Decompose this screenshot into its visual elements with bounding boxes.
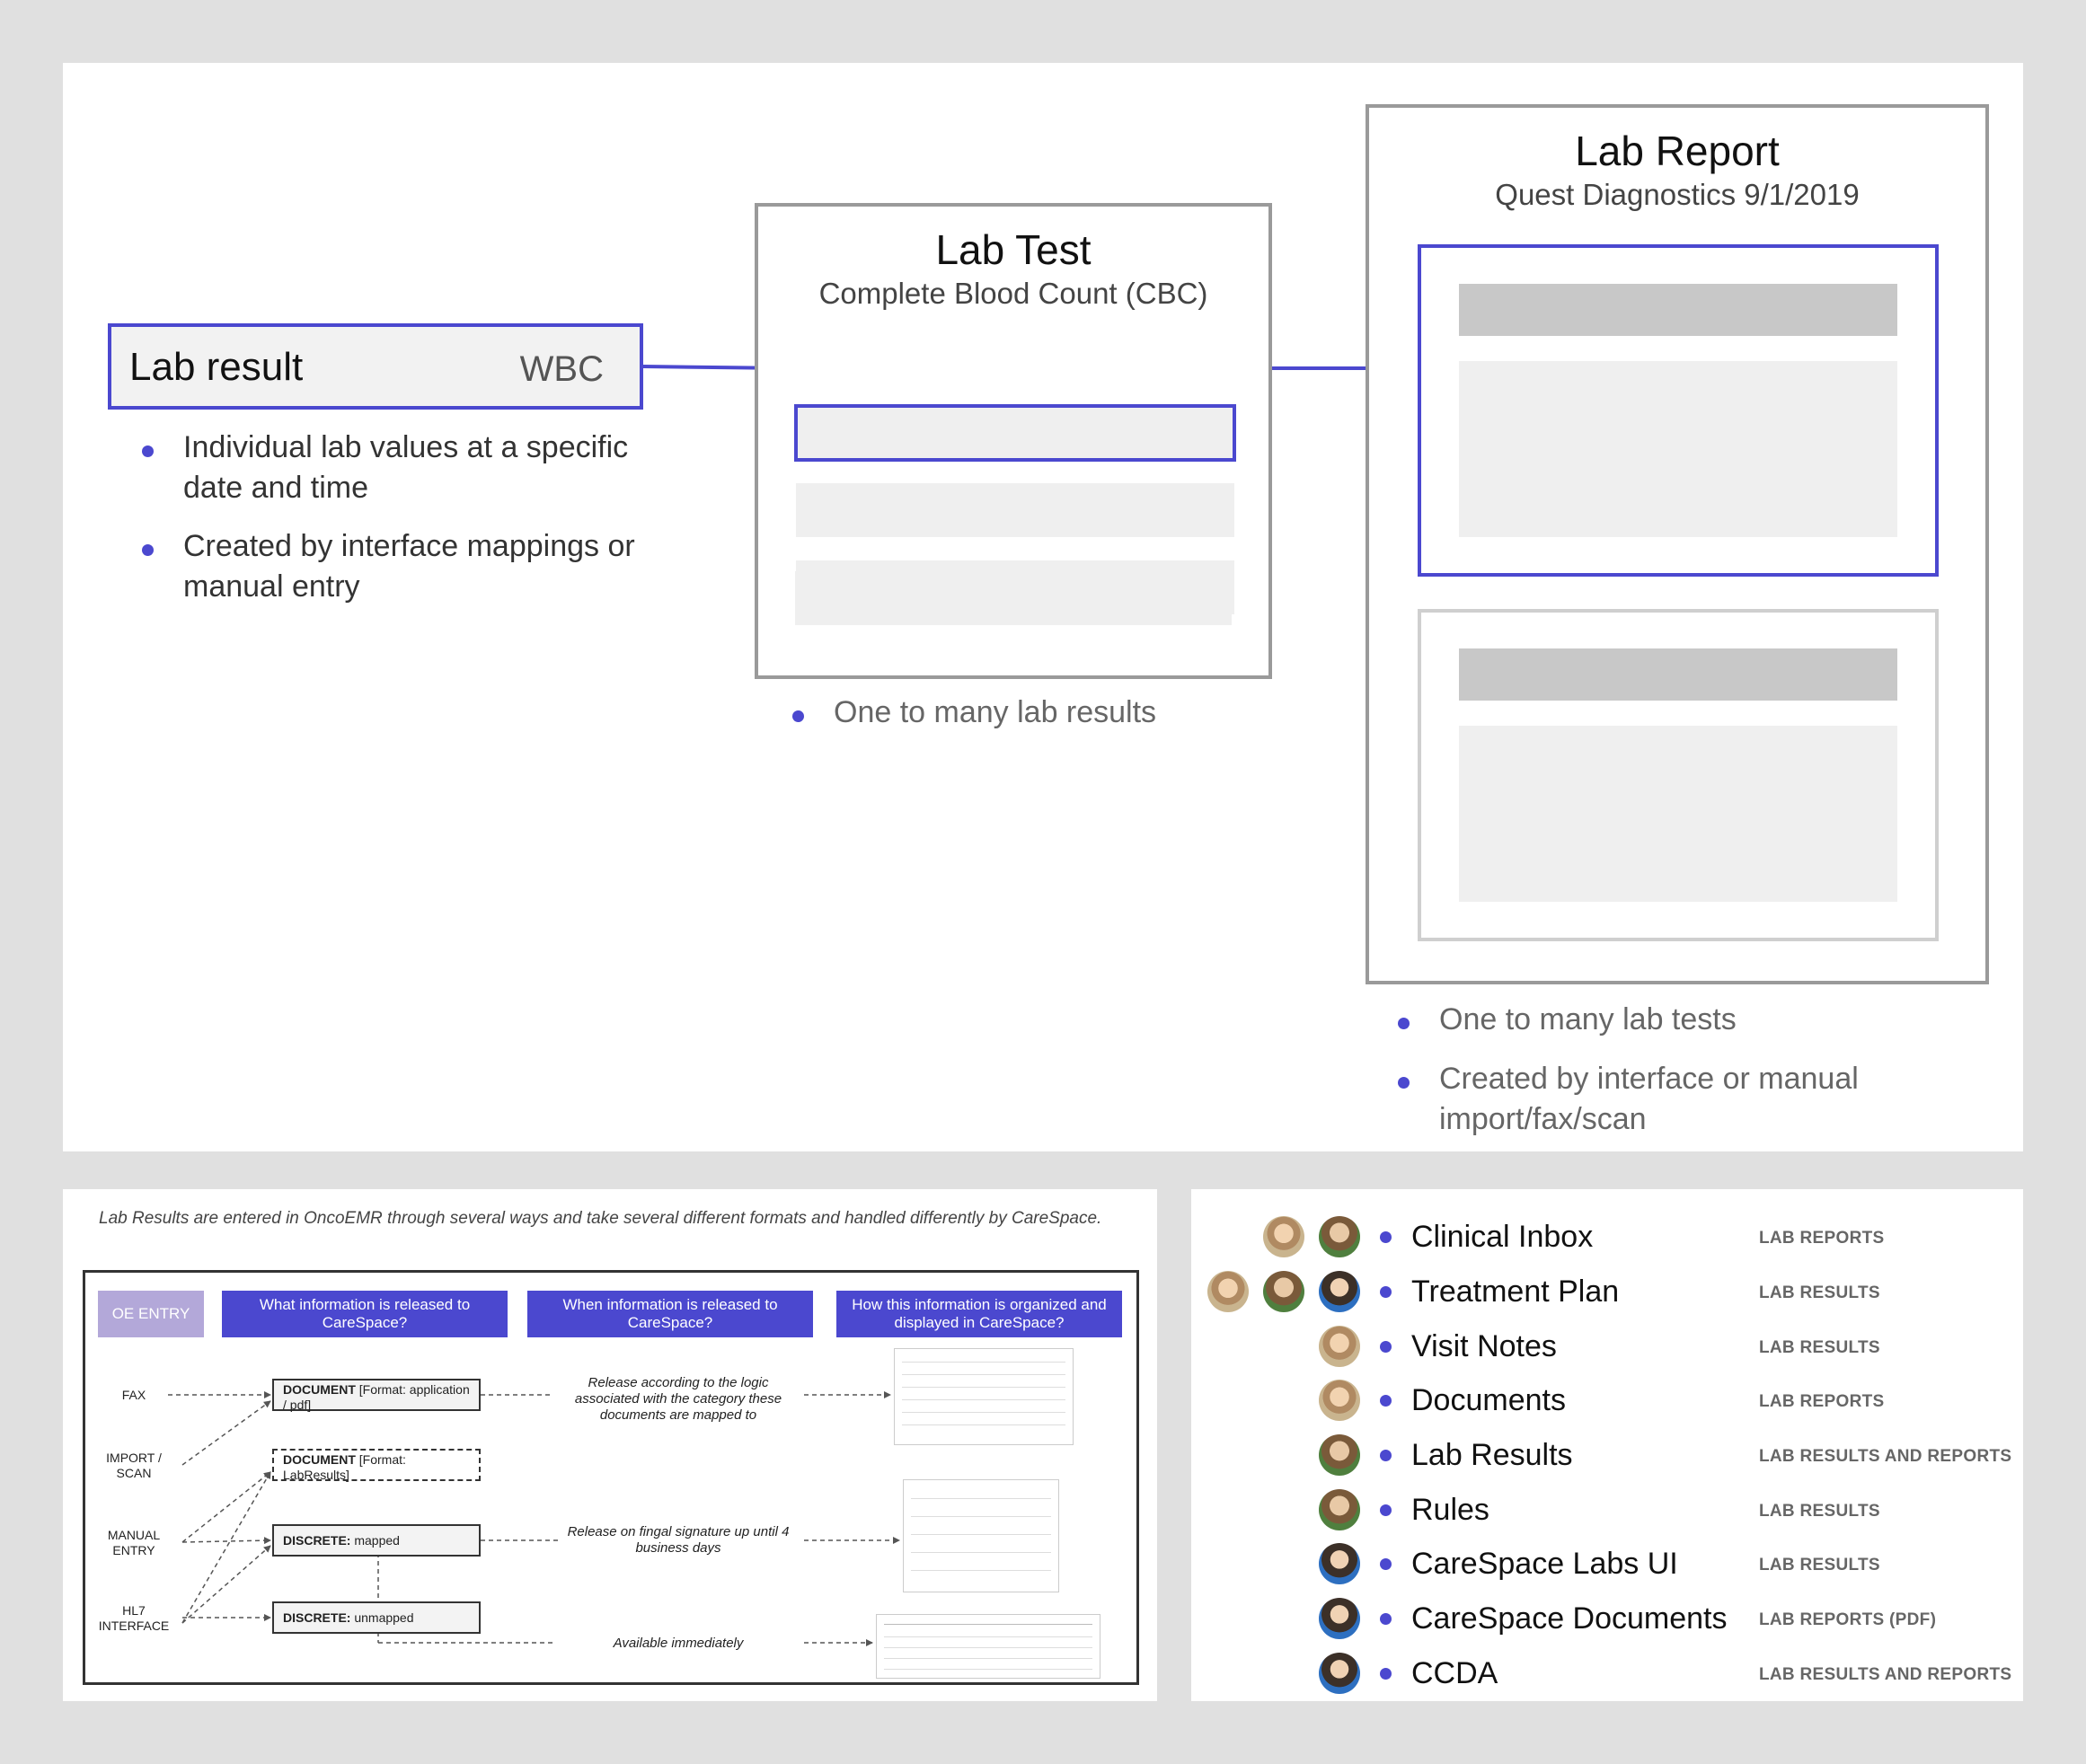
bullet-dot	[1380, 1613, 1392, 1625]
lab-report-test-card-highlighted	[1418, 244, 1939, 577]
lab-report-test-card	[1418, 609, 1939, 941]
lab-table-thumbnail	[876, 1614, 1100, 1679]
test-card-header-bar	[1459, 648, 1897, 701]
test-card-body	[1459, 361, 1897, 537]
integration-kind: LAB RESULTS	[1759, 1502, 1880, 1521]
integration-kind: LAB REPORTS (PDF)	[1759, 1610, 1937, 1629]
bullet-dot	[1380, 1504, 1392, 1516]
avatar	[1319, 1326, 1360, 1367]
avatar	[1319, 1543, 1360, 1584]
bullet-dot	[142, 445, 154, 457]
lab-result-box: Lab result WBC	[108, 323, 643, 410]
integration-kind: LAB RESULTS AND REPORTS	[1759, 1665, 2012, 1684]
timing-immediate: Available immediately	[613, 1636, 744, 1651]
bullet-dot	[1398, 1077, 1410, 1089]
integration-kind: LAB RESULTS	[1759, 1338, 1880, 1357]
bullet-dot	[1380, 1341, 1392, 1353]
source-manual-entry: MANUAL ENTRY	[107, 1528, 161, 1557]
test-card-header-bar	[1459, 284, 1897, 336]
avatar	[1319, 1216, 1360, 1257]
integration-kind: LAB RESULTS	[1759, 1556, 1880, 1574]
lab-report-title: Lab Report	[1575, 128, 1780, 174]
lab-test-subtitle: Complete Blood Count (CBC)	[818, 277, 1208, 310]
node-discrete-unmapped: DISCRETE: unmapped	[272, 1601, 481, 1634]
timing-signature: Release on fingal signature up until 4 b…	[567, 1524, 790, 1556]
lab-test-result-row	[796, 483, 1234, 537]
bullet-dot	[1398, 1018, 1410, 1029]
entry-flow-panel: Lab Results are entered in OncoEMR throu…	[63, 1189, 1157, 1701]
bullet-dot	[142, 544, 154, 556]
lab-report-bullet-2: Created by interface or manual import/fa…	[1439, 1062, 1859, 1136]
lab-result-bullet-2: Created by interface mappings or manual …	[183, 529, 635, 604]
lab-test-title: Lab Test	[935, 226, 1092, 273]
avatar	[1263, 1271, 1304, 1312]
documents-thumbnail	[894, 1348, 1074, 1445]
integration-kind: LAB REPORTS	[1759, 1392, 1885, 1411]
integration-name: CCDA	[1411, 1656, 1498, 1690]
test-card-body	[1459, 726, 1897, 902]
integration-name: CareSpace Documents	[1411, 1601, 1728, 1636]
avatar	[1319, 1653, 1360, 1694]
lab-hierarchy-panel: Lab result WBC Individual lab values at …	[63, 63, 2023, 1151]
lab-report-bullet-1: One to many lab tests	[1439, 1002, 1737, 1036]
lab-report-box: Lab Report Quest Diagnostics 9/1/2019	[1366, 104, 1989, 984]
lab-test-result-row-highlighted	[794, 404, 1236, 462]
lab-test-result-row	[795, 571, 1232, 625]
lab-result-code: WBC	[519, 349, 604, 389]
flow-frame: OE ENTRY What information is released to…	[83, 1270, 1139, 1685]
node-document-labresults: DOCUMENT [Format: LabResults]	[272, 1449, 481, 1482]
source-fax: FAX	[121, 1388, 146, 1402]
avatar	[1319, 1271, 1360, 1312]
lab-result-title: Lab result	[129, 345, 304, 389]
oe-entry-label: OE ENTRY	[98, 1291, 204, 1337]
bullet-dot	[1380, 1231, 1392, 1243]
header-when-released: When information is released to CareSpac…	[527, 1291, 813, 1337]
bullet-dot	[1380, 1450, 1392, 1461]
avatar	[1319, 1598, 1360, 1639]
timing-category-logic: Release according to the logic associate…	[574, 1375, 782, 1423]
bullet-dot	[1380, 1286, 1392, 1298]
integration-name: Treatment Plan	[1411, 1274, 1620, 1309]
bullet-dot	[1380, 1668, 1392, 1680]
integration-kind: LAB RESULTS	[1759, 1283, 1880, 1302]
integration-name: Visit Notes	[1411, 1329, 1557, 1363]
lab-results-thumbnail	[903, 1479, 1059, 1592]
integration-kind: LAB REPORTS	[1759, 1229, 1885, 1248]
integration-name: Lab Results	[1411, 1438, 1573, 1472]
source-import-scan: IMPORT / SCAN	[106, 1451, 162, 1480]
lab-test-bullet-1: One to many lab results	[834, 695, 1157, 729]
lab-result-bullet-1: Individual lab values at a specific date…	[183, 430, 629, 505]
flow-intro-text: Lab Results are entered in OncoEMR throu…	[99, 1209, 1102, 1228]
integration-name: Clinical Inbox	[1411, 1220, 1594, 1254]
source-hl7-interface: HL7 INTERFACE	[98, 1603, 170, 1633]
lab-report-subtitle: Quest Diagnostics 9/1/2019	[1495, 178, 1860, 211]
node-document-pdf: DOCUMENT [Format: application / pdf]	[272, 1379, 481, 1412]
integration-name: Documents	[1411, 1383, 1566, 1417]
integration-name: CareSpace Labs UI	[1411, 1547, 1678, 1581]
bullet-dot	[792, 710, 804, 722]
header-how-organized: How this information is organized and di…	[836, 1291, 1122, 1337]
avatar	[1319, 1434, 1360, 1476]
avatar	[1207, 1271, 1249, 1312]
avatar	[1319, 1380, 1360, 1421]
avatar	[1319, 1489, 1360, 1530]
integration-panel: Clinical Inbox LAB REPORTS Treatment Pla…	[1191, 1189, 2023, 1701]
bullet-dot	[1380, 1558, 1392, 1570]
avatar	[1263, 1216, 1304, 1257]
integration-kind: LAB RESULTS AND REPORTS	[1759, 1447, 2012, 1466]
bullet-dot	[1380, 1395, 1392, 1407]
integration-name: Rules	[1411, 1493, 1489, 1527]
header-what-released: What information is released to CareSpac…	[222, 1291, 508, 1337]
node-discrete-mapped: DISCRETE: mapped	[272, 1524, 481, 1557]
